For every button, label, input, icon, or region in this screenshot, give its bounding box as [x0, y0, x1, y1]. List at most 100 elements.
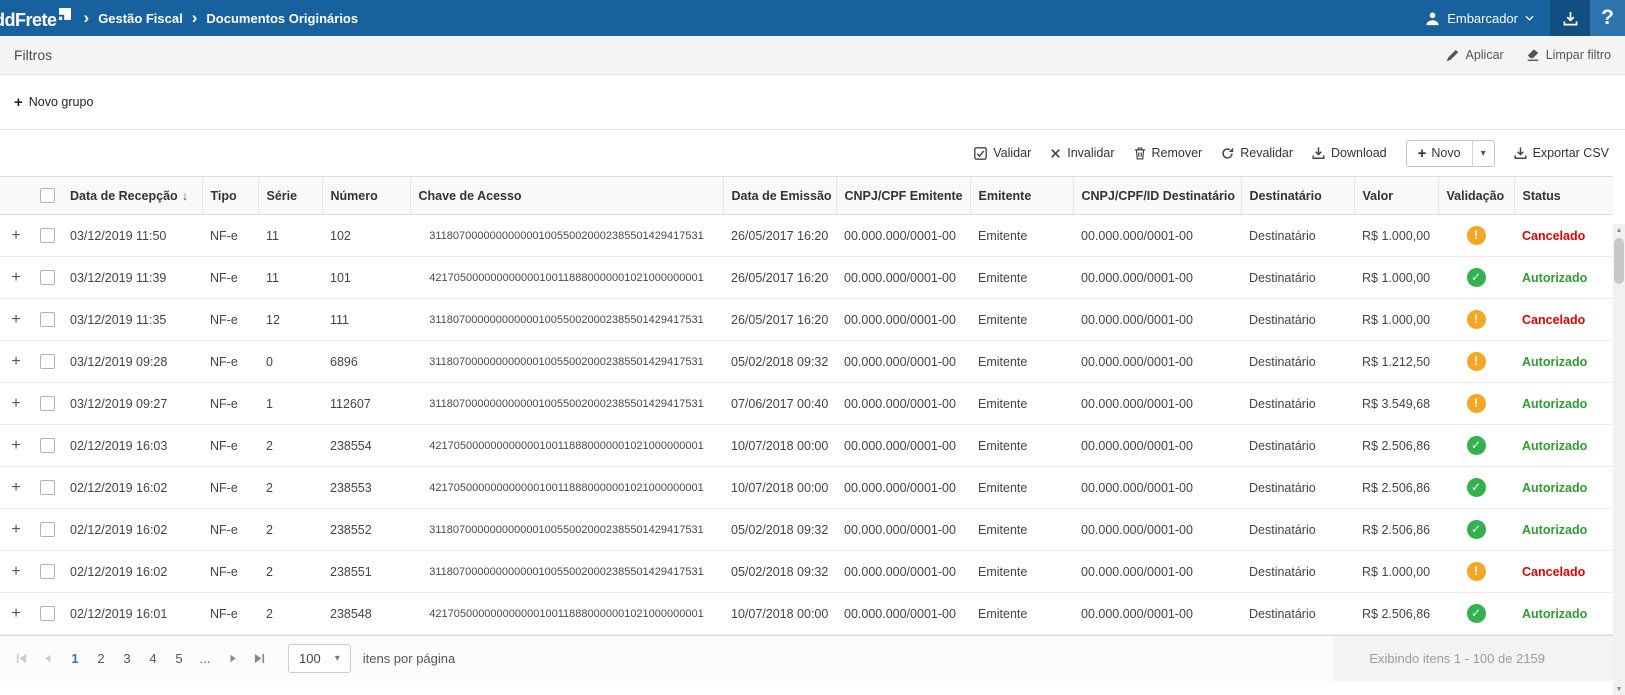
validation-warning-icon[interactable]: ! [1467, 562, 1486, 581]
apply-filter-button[interactable]: Aplicar [1446, 48, 1503, 62]
pager-first-button[interactable] [8, 646, 34, 672]
cell-cnpj-destinatario: 00.000.000/0001-00 [1073, 425, 1241, 467]
row-checkbox[interactable] [40, 270, 55, 285]
col-data-emissao[interactable]: Data de Emissão [723, 177, 836, 215]
expand-row-icon[interactable]: + [11, 563, 20, 580]
cell-destinatario: Destinatário [1241, 257, 1354, 299]
cell-valor: R$ 2.506,86 [1354, 509, 1438, 551]
col-cnpj-emitente[interactable]: CNPJ/CPF Emitente [836, 177, 970, 215]
clear-filter-button[interactable]: Limpar filtro [1526, 48, 1611, 62]
pager-prev-button[interactable] [34, 646, 60, 672]
expand-row-icon[interactable]: + [11, 353, 20, 370]
row-checkbox[interactable] [40, 396, 55, 411]
col-data-recepcao[interactable]: Data de Recepção↓ [62, 177, 202, 215]
expand-row-icon[interactable]: + [11, 227, 20, 244]
validation-success-icon[interactable]: ✓ [1467, 604, 1486, 623]
row-checkbox[interactable] [40, 354, 55, 369]
col-numero[interactable]: Número [322, 177, 410, 215]
new-button[interactable]: + Novo [1407, 141, 1472, 166]
row-checkbox[interactable] [40, 606, 55, 621]
col-validacao[interactable]: Validação [1438, 177, 1514, 215]
validation-warning-icon[interactable]: ! [1467, 394, 1486, 413]
expand-row-icon[interactable]: + [11, 479, 20, 496]
row-checkbox[interactable] [40, 228, 55, 243]
validation-success-icon[interactable]: ✓ [1467, 520, 1486, 539]
breadcrumb-documentos-originarios[interactable]: Documentos Originários [206, 11, 358, 26]
vertical-scrollbar[interactable]: ▲ ▼ [1613, 224, 1625, 695]
expand-row-icon[interactable]: + [11, 521, 20, 538]
validation-success-icon[interactable]: ✓ [1467, 436, 1486, 455]
cell-data-recepcao: 02/12/2019 16:03 [62, 425, 202, 467]
validate-button[interactable]: Validar [974, 146, 1031, 160]
pager-last-button[interactable] [246, 646, 272, 672]
cell-serie: 2 [258, 593, 322, 635]
new-group-button[interactable]: + Novo grupo [14, 95, 93, 110]
expand-row-icon[interactable]: + [11, 395, 20, 412]
col-valor[interactable]: Valor [1354, 177, 1438, 215]
cell-tipo: NF-e [202, 257, 258, 299]
expand-row-icon[interactable]: + [11, 269, 20, 286]
cell-emitente: Emitente [970, 299, 1073, 341]
pager-page-...[interactable]: ... [192, 647, 218, 670]
invalidate-button[interactable]: Invalidar [1050, 146, 1114, 160]
cell-tipo: NF-e [202, 467, 258, 509]
scroll-up-icon[interactable]: ▲ [1613, 224, 1625, 236]
cell-serie: 2 [258, 551, 322, 593]
validation-success-icon[interactable]: ✓ [1467, 478, 1486, 497]
pager-page-2[interactable]: 2 [88, 647, 114, 670]
app-logo[interactable]: ddFrete [0, 5, 71, 31]
cell-data-emissao: 10/07/2018 00:00 [723, 467, 836, 509]
pager-next-button[interactable] [220, 646, 246, 672]
validation-warning-icon[interactable]: ! [1467, 310, 1486, 329]
cell-emitente: Emitente [970, 593, 1073, 635]
expand-row-icon[interactable]: + [11, 311, 20, 328]
select-all-checkbox[interactable] [40, 188, 55, 203]
col-destinatario[interactable]: Destinatário [1241, 177, 1354, 215]
expand-row-icon[interactable]: + [11, 605, 20, 622]
cell-validacao: ✓ [1438, 509, 1514, 551]
col-cnpj-destinatario[interactable]: CNPJ/CPF/ID Destinatário [1073, 177, 1241, 215]
pager-page-4[interactable]: 4 [140, 647, 166, 670]
download-button[interactable]: Download [1312, 146, 1387, 160]
table-row: +03/12/2019 09:28NF-e0689631180700000000… [0, 341, 1613, 383]
col-expand [0, 177, 32, 215]
help-label: ? [1601, 6, 1614, 30]
col-tipo[interactable]: Tipo [202, 177, 258, 215]
breadcrumb-gestao-fiscal[interactable]: Gestão Fiscal [98, 11, 183, 26]
cell-validacao: ✓ [1438, 593, 1514, 635]
pager-page-3[interactable]: 3 [114, 647, 140, 670]
validation-warning-icon[interactable]: ! [1467, 352, 1486, 371]
col-serie[interactable]: Série [258, 177, 322, 215]
cell-cnpj-destinatario: 00.000.000/0001-00 [1073, 593, 1241, 635]
col-emitente[interactable]: Emitente [970, 177, 1073, 215]
row-checkbox[interactable] [40, 312, 55, 327]
col-status[interactable]: Status [1514, 177, 1613, 215]
row-checkbox[interactable] [40, 522, 55, 537]
help-button[interactable]: ? [1590, 0, 1625, 36]
row-checkbox[interactable] [40, 438, 55, 453]
scroll-down-icon[interactable]: ▼ [1613, 683, 1625, 695]
breadcrumb: › Gestão Fiscal › Documentos Originários [75, 9, 359, 28]
new-dropdown-caret[interactable]: ▾ [1472, 141, 1494, 166]
cell-valor: R$ 1.212,50 [1354, 341, 1438, 383]
col-chave-acesso[interactable]: Chave de Acesso [410, 177, 723, 215]
cell-emitente: Emitente [970, 425, 1073, 467]
topbar-download-button[interactable] [1550, 0, 1590, 36]
user-menu-button[interactable]: Embarcador [1409, 0, 1550, 36]
chevron-right-icon: › [192, 9, 198, 28]
seek-last-icon [254, 653, 265, 664]
validation-warning-icon[interactable]: ! [1467, 226, 1486, 245]
validation-success-icon[interactable]: ✓ [1467, 268, 1486, 287]
row-checkbox[interactable] [40, 480, 55, 495]
pager-page-1[interactable]: 1 [62, 647, 88, 670]
cell-validacao: ! [1438, 341, 1514, 383]
page-size-select[interactable]: 100 ▾ [288, 644, 351, 673]
export-csv-button[interactable]: Exportar CSV [1514, 146, 1609, 160]
remove-button[interactable]: Remover [1134, 146, 1203, 160]
row-checkbox[interactable] [40, 564, 55, 579]
cell-emitente: Emitente [970, 341, 1073, 383]
pager-page-5[interactable]: 5 [166, 647, 192, 670]
revalidate-button[interactable]: Revalidar [1221, 146, 1293, 160]
expand-row-icon[interactable]: + [11, 437, 20, 454]
scrollbar-thumb[interactable] [1614, 238, 1624, 284]
